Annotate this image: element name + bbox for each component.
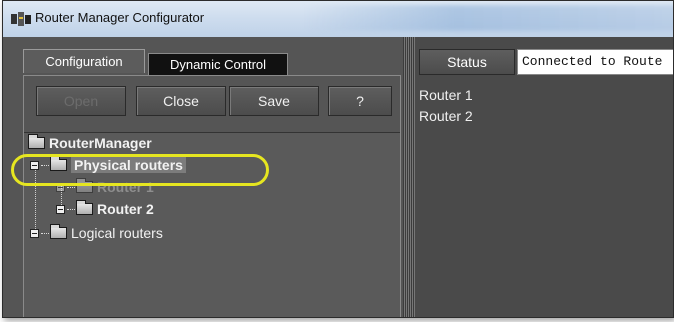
close-button[interactable]: Close bbox=[136, 86, 226, 116]
status-list: Router 1 Router 2 bbox=[419, 85, 473, 127]
title-bar[interactable]: Router Manager Configurator bbox=[3, 1, 673, 37]
tree-connector bbox=[67, 186, 75, 188]
open-button[interactable]: Open bbox=[36, 86, 126, 116]
left-pane: Configuration Dynamic Control Open Close… bbox=[3, 37, 403, 317]
status-field: Connected to Route bbox=[517, 49, 673, 75]
configuration-panel: Open Close Save ? RouterManager Physical… bbox=[23, 75, 401, 317]
tree-node-label: RouterManager bbox=[49, 135, 152, 151]
status-button[interactable]: Status bbox=[419, 49, 515, 75]
app-icon bbox=[11, 12, 31, 26]
tree-node-logical-routers[interactable]: Logical routers bbox=[30, 223, 163, 243]
save-button[interactable]: Save bbox=[229, 86, 319, 116]
tree-node-router-2[interactable]: Router 2 bbox=[56, 199, 154, 219]
folder-icon bbox=[28, 134, 45, 149]
highlight-annotation bbox=[11, 154, 269, 186]
tree-connector bbox=[67, 208, 75, 210]
title-bar-glow bbox=[303, 5, 673, 31]
tab-configuration[interactable]: Configuration bbox=[23, 49, 145, 73]
collapse-icon[interactable] bbox=[30, 228, 39, 238]
tab-dynamic-control[interactable]: Dynamic Control bbox=[148, 53, 288, 75]
list-item[interactable]: Router 2 bbox=[419, 106, 473, 127]
tree-node-label: Logical routers bbox=[71, 225, 163, 241]
folder-icon bbox=[50, 224, 67, 239]
tree-connector bbox=[41, 232, 49, 234]
help-button[interactable]: ? bbox=[328, 86, 392, 116]
list-item[interactable]: Router 1 bbox=[419, 85, 473, 106]
status-pane: Status Connected to Route Router 1 Route… bbox=[415, 37, 673, 317]
window-title: Router Manager Configurator bbox=[35, 10, 205, 25]
tree-node-router-manager[interactable]: RouterManager bbox=[28, 133, 152, 153]
splitter-handle[interactable] bbox=[403, 37, 415, 317]
app-window: Router Manager Configurator Configuratio… bbox=[2, 0, 674, 318]
collapse-icon[interactable] bbox=[56, 204, 65, 214]
tree-node-label: Router 2 bbox=[97, 201, 154, 217]
folder-icon bbox=[76, 200, 93, 215]
